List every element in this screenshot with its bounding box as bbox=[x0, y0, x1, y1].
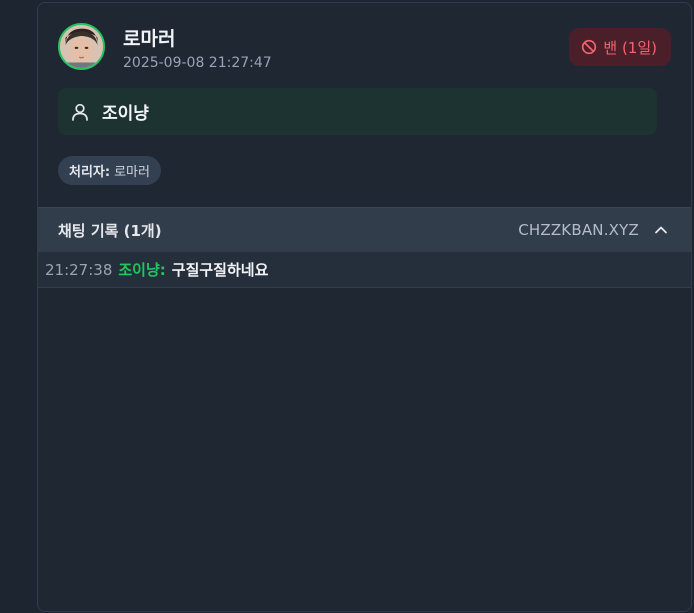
moderator-name: 로마러 bbox=[123, 28, 176, 50]
handler-label: 처리자: bbox=[69, 165, 111, 180]
chat-log-collapse-toggle[interactable] bbox=[651, 220, 671, 240]
chat-log-header[interactable]: 채팅 기록 (1개) CHZZKBAN.XYZ bbox=[38, 207, 691, 252]
ban-status-label: 밴 (1일) bbox=[603, 38, 657, 57]
chat-log-title: 채팅 기록 (1개) bbox=[58, 221, 162, 240]
chat-message-text: 구질구질하네요 bbox=[171, 261, 269, 279]
avatar-photo-icon bbox=[60, 25, 103, 68]
moderator-avatar bbox=[58, 23, 105, 70]
user-icon bbox=[72, 103, 88, 121]
chat-message-time: 21:27:38 bbox=[45, 260, 113, 279]
chat-message-row: 21:27:38 조이냥: 구질구질하네요 bbox=[38, 252, 691, 288]
chevron-up-icon bbox=[655, 226, 667, 234]
record-timestamp: 2025-09-08 21:27:47 bbox=[123, 55, 272, 71]
card-header: 로마러 2025-09-08 21:27:47 밴 (1일) 조이냥 처리자: … bbox=[38, 3, 691, 207]
chat-log-header-right: CHZZKBAN.XYZ bbox=[518, 220, 671, 240]
ban-icon bbox=[582, 39, 597, 55]
chat-log-site-label: CHZZKBAN.XYZ bbox=[518, 221, 639, 239]
ban-status-badge[interactable]: 밴 (1일) bbox=[569, 28, 671, 66]
handler-name: 로마러 bbox=[114, 165, 150, 180]
chat-log-list: 21:27:38 조이냥: 구질구질하네요 bbox=[38, 252, 691, 288]
banned-user-box: 조이냥 bbox=[58, 88, 657, 135]
banned-user-name: 조이냥 bbox=[102, 104, 149, 124]
handler-chip: 처리자: 로마러 bbox=[58, 156, 161, 185]
page: 로마러 2025-09-08 21:27:47 밴 (1일) 조이냥 처리자: … bbox=[0, 0, 694, 613]
chat-message-user: 조이냥: bbox=[118, 261, 166, 279]
ban-record-card: 로마러 2025-09-08 21:27:47 밴 (1일) 조이냥 처리자: … bbox=[37, 2, 692, 612]
